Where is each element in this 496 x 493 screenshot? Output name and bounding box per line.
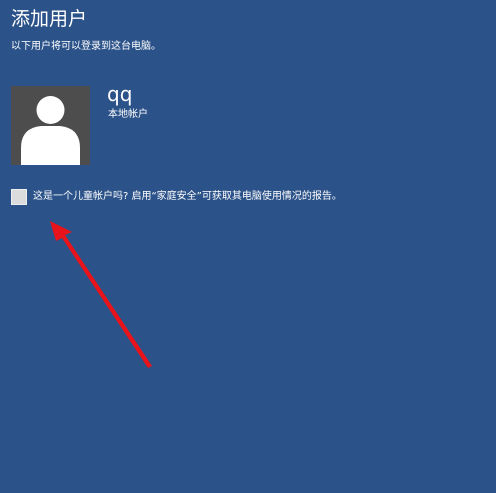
child-account-option[interactable]: 这是一个儿童帐户吗? 启用“家庭安全”可获取其电脑使用情况的报告。	[11, 188, 342, 206]
user-card: qq 本地帐户	[11, 82, 311, 168]
red-arrow-annotation	[50, 221, 152, 368]
page-subtitle: 以下用户将可以登录到这台电脑。	[11, 41, 161, 52]
child-account-label: 这是一个儿童帐户吗? 启用“家庭安全”可获取其电脑使用情况的报告。	[33, 191, 342, 202]
account-type: 本地帐户	[108, 109, 148, 120]
child-account-checkbox[interactable]	[11, 189, 27, 205]
arrow-head	[50, 221, 152, 368]
add-user-page: 添加用户 以下用户将可以登录到这台电脑。 qq 本地帐户 这是一个儿童帐户吗? …	[0, 0, 496, 493]
user-name: qq	[107, 82, 133, 106]
page-title: 添加用户	[11, 8, 88, 30]
user-silhouette-icon	[21, 96, 80, 165]
avatar	[11, 86, 90, 165]
